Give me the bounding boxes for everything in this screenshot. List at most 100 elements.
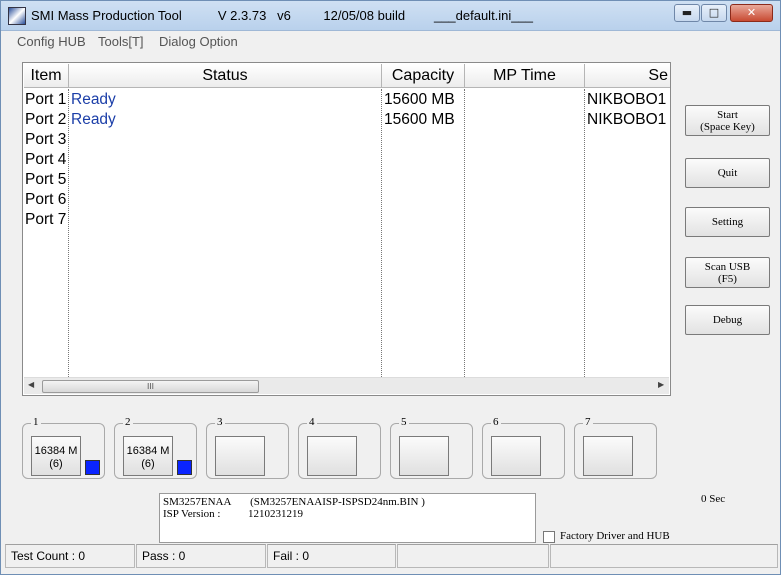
controller-line: SM3257ENAA (SM3257ENAAISP-ISPSD24nm.BIN … [163,496,425,508]
scroll-thumb[interactable]: III [42,380,259,393]
column-header-status[interactable]: Status [69,64,382,88]
column-divider [584,89,585,377]
maximize-button[interactable]: □ [701,4,727,22]
cell-item: Port 2 [25,111,67,128]
column-header-serial[interactable]: Se [585,64,670,88]
cell-status [71,170,379,190]
port-status-led [177,460,192,475]
port-slot: 1 16384 M (6) [22,416,105,479]
scan-usb-button[interactable]: Scan USB (F5) [685,257,770,288]
status-panel [397,544,549,568]
cell-capacity [384,170,463,190]
setting-button[interactable]: Setting [685,207,770,237]
port-count-label: (6) [141,458,155,470]
port-number: 4 [307,416,317,428]
cell-capacity [384,210,463,230]
status-panel [550,544,778,568]
scan-usb-shortcut: (F5) [718,272,737,285]
port-slot: 4 [298,416,381,479]
menu-bar: Config HUB Tools[T] Dialog Option [9,32,773,52]
cell-item: Port 3 [25,131,67,148]
start-button[interactable]: Start (Space Key) [685,105,770,136]
port-button[interactable] [215,436,265,476]
port-button[interactable]: 16384 M (6) [123,436,173,476]
factory-driver-checkbox[interactable] [543,531,555,543]
port-button[interactable] [307,436,357,476]
menu-tools[interactable]: Tools[T] [98,34,144,49]
port-slot: 5 [390,416,473,479]
fail-status: Fail : 0 [267,544,396,568]
quit-button[interactable]: Quit [685,158,770,188]
column-divider [464,89,465,377]
scroll-left-icon[interactable]: ◀ [28,380,34,389]
cell-status [71,190,379,210]
cell-item: Port 6 [25,191,67,208]
column-header-item[interactable]: Item [24,64,69,88]
column-divider [381,89,382,377]
cell-status [71,150,379,170]
start-button-label: Start [717,108,738,121]
port-number: 3 [215,416,225,428]
cell-status [71,210,379,230]
cell-item: Port 7 [25,211,67,228]
cell-mp-time [467,190,583,210]
debug-button[interactable]: Debug [685,305,770,335]
firmware-info: SM3257ENAA (SM3257ENAAISP-ISPSD24nm.BIN … [159,493,536,543]
cell-status: Ready [71,91,116,108]
port-number: 7 [583,416,593,428]
cell-capacity: 15600 MB [384,91,455,108]
cell-serial [587,170,669,190]
column-header-mp-time[interactable]: MP Time [465,64,585,88]
cell-serial [587,130,669,150]
minimize-button[interactable]: ▬ [674,4,700,22]
cell-item: Port 5 [25,171,67,188]
cell-mp-time [467,130,583,150]
port-count-label: (6) [49,458,63,470]
cell-serial: NIKBOBO1 [587,91,667,108]
isp-version-line: ISP Version : 1210231219 [163,508,303,520]
horizontal-scrollbar[interactable]: ◀ III ▶ [24,377,669,394]
port-button[interactable] [399,436,449,476]
column-header-capacity[interactable]: Capacity [382,64,465,88]
cell-item: Port 4 [25,151,67,168]
port-capacity-label: 16384 M [126,445,170,457]
port-slot: 7 [574,416,657,479]
pass-status: Pass : 0 [136,544,266,568]
port-number: 1 [31,416,41,428]
column-divider [68,89,69,377]
port-number: 6 [491,416,501,428]
port-slot: 2 16384 M (6) [114,416,197,479]
scroll-right-icon[interactable]: ▶ [658,380,664,389]
cell-mp-time [467,90,583,110]
port-slot: 6 [482,416,565,479]
port-button[interactable]: 16384 M (6) [31,436,81,476]
start-button-shortcut: (Space Key) [700,120,755,133]
cell-serial: NIKBOBO1 [587,111,667,128]
cell-mp-time [467,210,583,230]
cell-serial [587,210,669,230]
elapsed-time: 0 Sec [701,493,726,505]
port-status-led [85,460,100,475]
port-button[interactable] [491,436,541,476]
window-title: SMI Mass Production Tool V 2.3.73 v6 12/… [31,8,533,23]
port-number: 2 [123,416,133,428]
cell-serial [587,150,669,170]
port-list[interactable]: Item Status Capacity MP Time Se Port 1 Re… [22,62,671,396]
menu-dialog-option[interactable]: Dialog Option [159,34,238,49]
test-count-status: Test Count : 0 [5,544,135,568]
factory-driver-label: Factory Driver and HUB [560,530,670,542]
main-window: SMI Mass Production Tool V 2.3.73 v6 12/… [0,0,781,575]
title-bar[interactable]: SMI Mass Production Tool V 2.3.73 v6 12/… [1,1,780,31]
cell-status: Ready [71,111,116,128]
cell-capacity [384,130,463,150]
close-button[interactable]: ✕ [730,4,773,22]
cell-mp-time [467,170,583,190]
scan-usb-label: Scan USB [704,260,751,273]
menu-config-hub[interactable]: Config HUB [17,34,86,49]
cell-serial [587,190,669,210]
cell-item: Port 1 [25,91,67,108]
port-capacity-label: 16384 M [34,445,78,457]
port-button[interactable] [583,436,633,476]
app-icon [8,7,26,25]
cell-capacity [384,190,463,210]
